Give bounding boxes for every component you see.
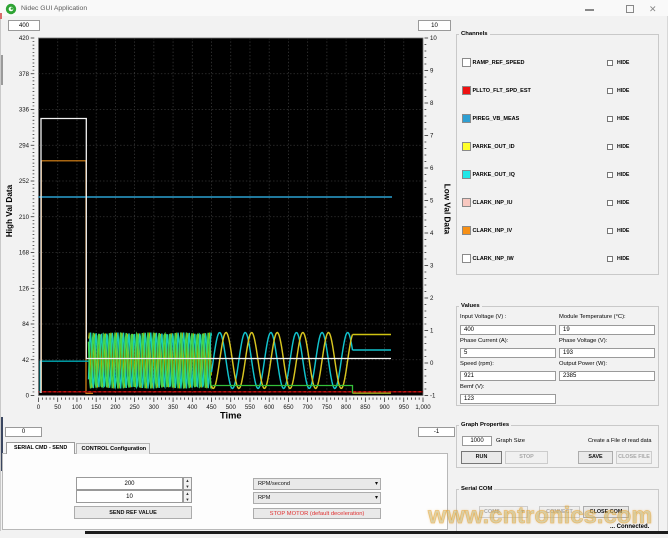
svg-text:450: 450 bbox=[206, 404, 217, 411]
svg-text:0: 0 bbox=[430, 360, 434, 367]
svg-text:10: 10 bbox=[430, 35, 437, 42]
svg-text:8: 8 bbox=[430, 100, 434, 107]
svg-text:252: 252 bbox=[19, 178, 30, 185]
svg-text:1,000: 1,000 bbox=[415, 404, 431, 411]
svg-text:950: 950 bbox=[399, 404, 410, 411]
svg-text:126: 126 bbox=[19, 285, 30, 292]
svg-text:9: 9 bbox=[430, 68, 434, 75]
svg-text:7: 7 bbox=[430, 133, 434, 140]
svg-text:200: 200 bbox=[110, 404, 121, 411]
svg-text:3: 3 bbox=[430, 263, 434, 270]
svg-text:800: 800 bbox=[341, 404, 352, 411]
svg-text:0: 0 bbox=[37, 404, 41, 411]
svg-text:294: 294 bbox=[19, 142, 30, 149]
svg-text:400: 400 bbox=[187, 404, 198, 411]
svg-text:Time: Time bbox=[220, 411, 242, 421]
svg-text:210: 210 bbox=[19, 214, 30, 221]
svg-text:High Val Data: High Val Data bbox=[5, 184, 14, 237]
svg-text:6: 6 bbox=[430, 165, 434, 172]
svg-text:700: 700 bbox=[303, 404, 314, 411]
svg-text:1: 1 bbox=[430, 328, 434, 335]
svg-text:100: 100 bbox=[72, 404, 83, 411]
svg-text:336: 336 bbox=[19, 107, 30, 114]
svg-text:300: 300 bbox=[149, 404, 160, 411]
svg-text:Low Val Data: Low Val Data bbox=[443, 184, 452, 235]
svg-text:2: 2 bbox=[430, 295, 434, 302]
svg-text:750: 750 bbox=[322, 404, 333, 411]
svg-text:650: 650 bbox=[283, 404, 294, 411]
svg-text:850: 850 bbox=[360, 404, 371, 411]
svg-text:4: 4 bbox=[430, 230, 434, 237]
svg-text:50: 50 bbox=[54, 404, 61, 411]
svg-text:84: 84 bbox=[22, 321, 29, 328]
svg-text:168: 168 bbox=[19, 250, 30, 257]
svg-text:42: 42 bbox=[22, 357, 29, 364]
svg-text:150: 150 bbox=[91, 404, 102, 411]
svg-text:5: 5 bbox=[430, 198, 434, 205]
svg-text:600: 600 bbox=[264, 404, 275, 411]
svg-text:350: 350 bbox=[168, 404, 179, 411]
svg-text:0: 0 bbox=[26, 393, 30, 400]
svg-text:250: 250 bbox=[130, 404, 141, 411]
svg-text:-1: -1 bbox=[430, 393, 436, 400]
svg-text:900: 900 bbox=[380, 404, 391, 411]
svg-text:378: 378 bbox=[19, 71, 30, 78]
svg-text:550: 550 bbox=[245, 404, 256, 411]
svg-text:420: 420 bbox=[19, 35, 30, 42]
